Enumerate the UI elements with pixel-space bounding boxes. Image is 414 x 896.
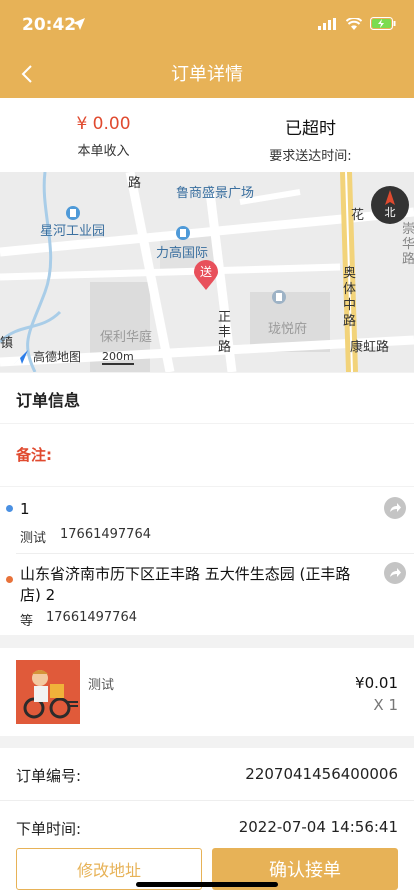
building-icon xyxy=(66,206,80,220)
order-info-title: 订单信息 xyxy=(0,373,414,423)
building-icon xyxy=(272,290,286,304)
map-label-lu: 路 xyxy=(128,176,142,191)
address-block: 1 测试 17661497764 山东省济南市历下区正丰路 五大件生态园 (正丰… xyxy=(0,487,414,635)
pickup-contact: 测试 xyxy=(20,531,47,546)
dropoff-dot-icon xyxy=(6,576,13,583)
map-label-chonghua: 崇华路 xyxy=(402,222,414,267)
goods-name: 测试 xyxy=(88,678,115,693)
order-time: 2022-07-04 14:56:41 xyxy=(238,818,398,836)
map-label-aotizhong: 奥体中路 xyxy=(343,266,357,329)
pickup-phone[interactable]: 17661497764 xyxy=(60,527,151,542)
goods-quantity: X 1 xyxy=(373,696,398,714)
goods-price: ¥0.01 xyxy=(355,674,398,692)
pickup-dot-icon xyxy=(6,505,13,512)
deadline-column: 已超时 要求送达时间: xyxy=(207,98,414,172)
map-label-lushang: 鲁商盛景广场 xyxy=(176,186,255,201)
navigate-arrow-icon[interactable] xyxy=(384,562,406,584)
order-time-row: 下单时间: 2022-07-04 14:56:41 xyxy=(0,801,414,846)
compass[interactable]: 北 xyxy=(371,186,409,224)
order-number-label: 订单编号: xyxy=(16,767,82,785)
map-label-hua: 花 xyxy=(351,208,365,223)
order-time-label: 下单时间: xyxy=(16,820,82,838)
dropoff-address-text: 山东省济南市历下区正丰路 五大件生态园 (正丰路店) 2 xyxy=(20,565,351,604)
map-label-zhengfeng: 正丰路 xyxy=(218,310,232,355)
status-bar: 20:42 xyxy=(0,0,414,48)
bottom-action-bar: 修改地址 确认接单 xyxy=(0,842,414,896)
income-column: ¥ 0.00 本单收入 xyxy=(0,98,207,172)
dropoff-phone[interactable]: 17661497764 xyxy=(46,610,137,625)
delivery-marker[interactable]: 送 xyxy=(194,260,218,290)
product-image xyxy=(16,660,80,724)
map-label-longyue: 珑悦府 xyxy=(268,322,308,337)
wifi-icon xyxy=(346,17,362,30)
income-amount: ¥ 0.00 xyxy=(76,114,131,134)
order-number-row: 订单编号: 2207041456400006 xyxy=(0,748,414,800)
map-label-xinghe: 星河工业园 xyxy=(40,224,106,239)
map-label-ligao: 力高国际 xyxy=(156,246,209,261)
remark-label: 备注: xyxy=(0,424,414,486)
map-provider: 高德地图 xyxy=(33,350,82,364)
goods-item: 测试 ¥0.01 X 1 xyxy=(0,648,414,736)
home-indicator[interactable] xyxy=(136,882,278,887)
building-icon xyxy=(176,226,190,240)
status-time: 20:42 xyxy=(22,15,77,35)
compass-label: 北 xyxy=(384,206,396,219)
order-number: 2207041456400006 xyxy=(245,765,398,783)
app-header: 20:42 订单详情 xyxy=(0,0,414,98)
timeout-status: 已超时 xyxy=(285,119,336,139)
income-summary: ¥ 0.00 本单收入 已超时 要求送达时间: xyxy=(0,98,414,172)
map-label-baoli: 保利华庭 xyxy=(100,330,153,345)
page-title: 订单详情 xyxy=(171,64,243,85)
dropoff-contact: 等 xyxy=(20,614,34,629)
status-icons xyxy=(318,17,396,30)
dropoff-address[interactable]: 山东省济南市历下区正丰路 五大件生态园 (正丰路店) 2 等 176614977… xyxy=(0,554,414,634)
gaode-logo-icon xyxy=(14,350,28,364)
battery-icon xyxy=(370,17,396,30)
location-arrow-icon xyxy=(73,18,85,30)
delivery-marker-label: 送 xyxy=(199,265,212,279)
map-scale: 200m xyxy=(102,350,134,365)
pickup-address[interactable]: 1 测试 17661497764 xyxy=(0,487,414,553)
deadline-label: 要求送达时间: xyxy=(269,149,352,164)
navigate-arrow-icon[interactable] xyxy=(384,497,406,519)
map-label-kanghong: 康虹路 xyxy=(350,340,390,355)
pickup-name: 1 xyxy=(20,500,30,518)
income-amount-label: 本单收入 xyxy=(77,144,130,159)
signal-icon xyxy=(318,17,336,30)
delivery-map[interactable]: 路 鲁商盛景广场 星河工业园 力高国际 保利华庭 珑悦府 花 康虹路 奥体中路 … xyxy=(0,172,414,372)
